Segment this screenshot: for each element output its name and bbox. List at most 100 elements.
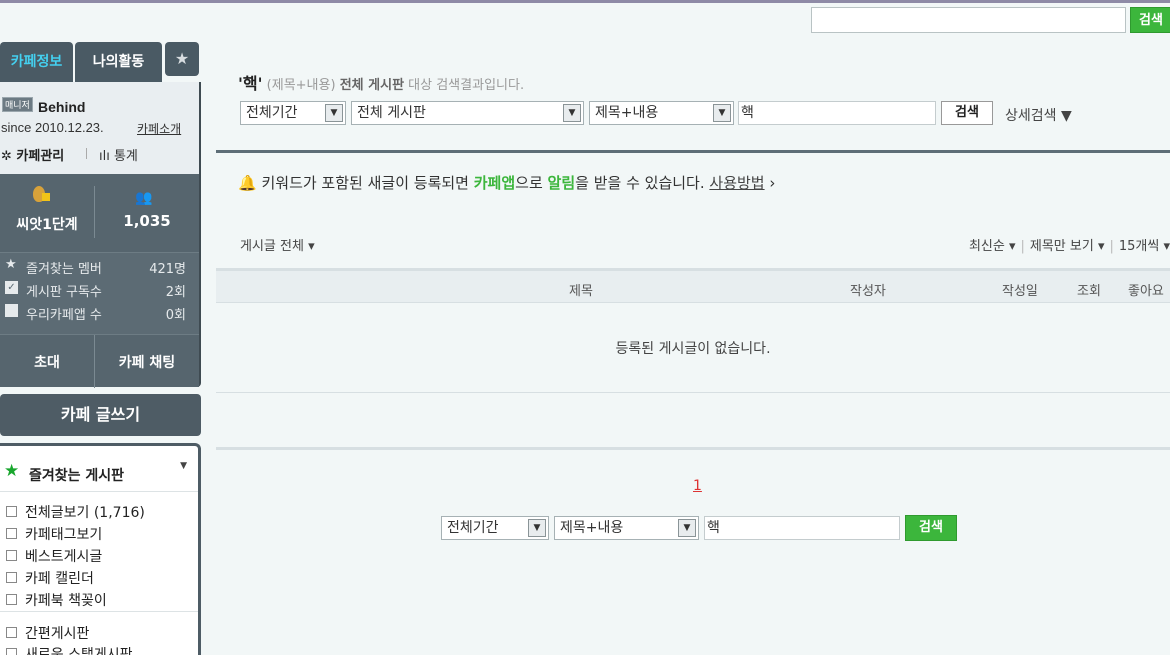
calendar-icon xyxy=(6,572,17,583)
tag-icon xyxy=(6,528,17,539)
how-to-link[interactable]: 사용방법 xyxy=(709,174,764,192)
menu-item-tags[interactable]: 카페태그보기 xyxy=(0,523,198,545)
cafe-name[interactable]: Behind xyxy=(38,99,85,115)
detail-search-link[interactable]: 상세검색 ▼ xyxy=(1005,105,1072,125)
bottom-search-input[interactable]: 핵 xyxy=(704,516,900,540)
menu-item-label: 베스트게시글 xyxy=(25,549,103,565)
stat-favorite-members[interactable]: ★ 즐겨찾는 멤버 421명 xyxy=(0,256,199,278)
list-icon xyxy=(6,648,17,655)
stat-label: 우리카페앱 수 xyxy=(26,308,102,323)
chevron-down-icon[interactable]: ▼ xyxy=(528,519,546,537)
title-only-dropdown[interactable]: 제목만 보기 ▾ xyxy=(1030,239,1105,254)
sort-options: 최신순 ▾ | 제목만 보기 ▾ | 15개씩 ▾ xyxy=(968,239,1170,254)
menu-item-label: 간편게시판 xyxy=(25,626,90,642)
cafe-write-button[interactable]: 카페 글쓰기 xyxy=(0,394,201,436)
search-button[interactable]: 검색 xyxy=(941,101,993,125)
menu-item-best[interactable]: 베스트게시글 xyxy=(0,545,198,567)
list-icon xyxy=(6,550,17,561)
board-select[interactable]: 전체 게시판 ▼ xyxy=(351,101,584,125)
search-keyword: '핵' xyxy=(238,74,263,93)
divider xyxy=(86,148,87,159)
bottom-field-select[interactable]: 제목+내용 ▼ xyxy=(554,516,699,540)
menu-item-label: 카페태그보기 xyxy=(25,527,103,543)
bell-icon: 🔔 xyxy=(238,174,257,192)
stat-value: 421명 xyxy=(149,262,186,277)
member-count[interactable]: 1,035 xyxy=(95,212,199,230)
alert-text: 키워드가 포함된 새글이 등록되면 xyxy=(261,174,474,192)
cafe-app-text: 카페앱 xyxy=(473,174,516,192)
divider xyxy=(216,392,1170,393)
chevron-down-icon[interactable]: ▼ xyxy=(180,461,187,471)
menu-item-bookshelf[interactable]: 카페북 책꽂이 xyxy=(0,589,198,611)
menu-item-simple-board[interactable]: 간편게시판 xyxy=(0,622,198,644)
alert-text: 으로 xyxy=(515,174,548,192)
tab-cafe-info[interactable]: 카페정보 xyxy=(0,42,73,82)
bottom-period-select[interactable]: 전체기간 ▼ xyxy=(441,516,549,540)
period-select-value: 전체기간 xyxy=(447,520,499,536)
board-select-value: 전체 게시판 xyxy=(357,105,426,121)
menu-item-label: 카페북 책꽂이 xyxy=(25,593,107,609)
cafe-since: since 2010.12.23. xyxy=(1,120,104,135)
cafe-manage-link[interactable]: ✲ 카페관리 xyxy=(1,145,64,164)
stat-cafe-app[interactable]: 우리카페앱 수 0회 xyxy=(0,302,199,324)
cafe-info: 매니저 Behind since 2010.12.23. 카페소개 ✲ 카페관리… xyxy=(0,82,199,174)
star-icon[interactable]: ★ xyxy=(165,42,199,76)
column-date: 작성일 xyxy=(1002,284,1038,299)
cafe-stats-link[interactable]: ılı 통계 xyxy=(99,145,138,164)
page-size-dropdown[interactable]: 15개씩 ▾ xyxy=(1119,239,1170,254)
stat-value: 2회 xyxy=(165,285,186,300)
search-scope: (제목+내용) xyxy=(266,78,336,93)
stat-label: 즐겨찾는 멤버 xyxy=(26,262,102,277)
sidebar-tabs: 카페정보 나의활동 ★ xyxy=(0,42,201,82)
app-icon xyxy=(5,304,18,317)
field-select-value: 제목+내용 xyxy=(595,105,659,121)
search-input[interactable]: 핵 xyxy=(738,101,936,125)
members-icon: 👥 xyxy=(135,190,153,206)
alert-text: 을 받을 수 있습니다. xyxy=(575,174,710,192)
chevron-down-icon[interactable]: ▼ xyxy=(713,104,731,122)
main-content: '핵' (제목+내용) 전체 게시판 대상 검색결과입니다. 전체기간 ▼ 전체… xyxy=(216,0,1170,655)
manager-badge: 매니저 xyxy=(2,97,33,112)
level-egg-icon xyxy=(33,186,50,202)
chevron-down-icon[interactable]: ▼ xyxy=(678,519,696,537)
cafe-chat-button[interactable]: 카페 채팅 xyxy=(95,352,199,372)
sort-latest-dropdown[interactable]: 최신순 ▾ xyxy=(969,239,1016,254)
list-icon xyxy=(6,506,17,517)
menu-item-calendar[interactable]: 카페 캘린더 xyxy=(0,567,198,589)
menu-item-staff-board[interactable]: 새로운 스탭게시판 xyxy=(0,643,198,655)
period-select[interactable]: 전체기간 ▼ xyxy=(240,101,346,125)
stat-board-subscriptions[interactable]: ✓ 게시판 구독수 2회 xyxy=(0,279,199,301)
post-filter-dropdown[interactable]: 게시글 전체 ▾ xyxy=(240,235,315,254)
level-name[interactable]: 씨앗1단계 xyxy=(0,214,94,234)
book-icon xyxy=(6,594,17,605)
checkbox-icon: ✓ xyxy=(5,281,18,294)
favorite-boards-header[interactable]: ★ 즐겨찾는 게시판 ▼ xyxy=(0,446,198,492)
edit-icon xyxy=(6,627,17,638)
chevron-down-icon[interactable]: ▼ xyxy=(563,104,581,122)
search-result-summary: '핵' (제목+내용) 전체 게시판 대상 검색결과입니다. xyxy=(238,70,524,94)
field-select[interactable]: 제목+내용 ▼ xyxy=(589,101,734,125)
divider xyxy=(216,447,1170,450)
page-1-link[interactable]: 1 xyxy=(693,478,702,494)
chevron-right-icon: › xyxy=(769,174,776,192)
star-icon: ★ xyxy=(5,257,17,272)
stat-list: ★ 즐겨찾는 멤버 421명 ✓ 게시판 구독수 2회 우리카페앱 수 0회 xyxy=(0,252,199,334)
chevron-down-icon[interactable]: ▼ xyxy=(325,104,343,122)
green-star-icon: ★ xyxy=(4,461,20,481)
cafe-intro-link[interactable]: 카페소개 xyxy=(137,120,181,137)
column-title: 제목 xyxy=(569,284,593,299)
period-select-value: 전체기간 xyxy=(246,105,298,121)
invite-button[interactable]: 초대 xyxy=(0,352,94,372)
column-author: 작성자 xyxy=(850,284,886,299)
divider xyxy=(216,150,1170,153)
stat-value: 0회 xyxy=(165,308,186,323)
table-header: 제목 작성자 작성일 조회 좋아요 xyxy=(216,268,1170,303)
bottom-search-button[interactable]: 검색 xyxy=(905,515,957,541)
notify-text: 알림 xyxy=(547,174,576,192)
favorite-boards: ★ 즐겨찾는 게시판 ▼ 전체글보기 (1,716) 카페태그보기 베스트게시글… xyxy=(0,443,201,655)
menu-item-label: 전체글보기 (1,716) xyxy=(25,505,145,521)
tab-my-activity[interactable]: 나의활동 xyxy=(75,42,162,82)
search-board: 전체 게시판 xyxy=(339,78,405,93)
menu-item-label: 새로운 스탭게시판 xyxy=(25,647,133,655)
menu-item-all-posts[interactable]: 전체글보기 (1,716) xyxy=(0,501,198,523)
